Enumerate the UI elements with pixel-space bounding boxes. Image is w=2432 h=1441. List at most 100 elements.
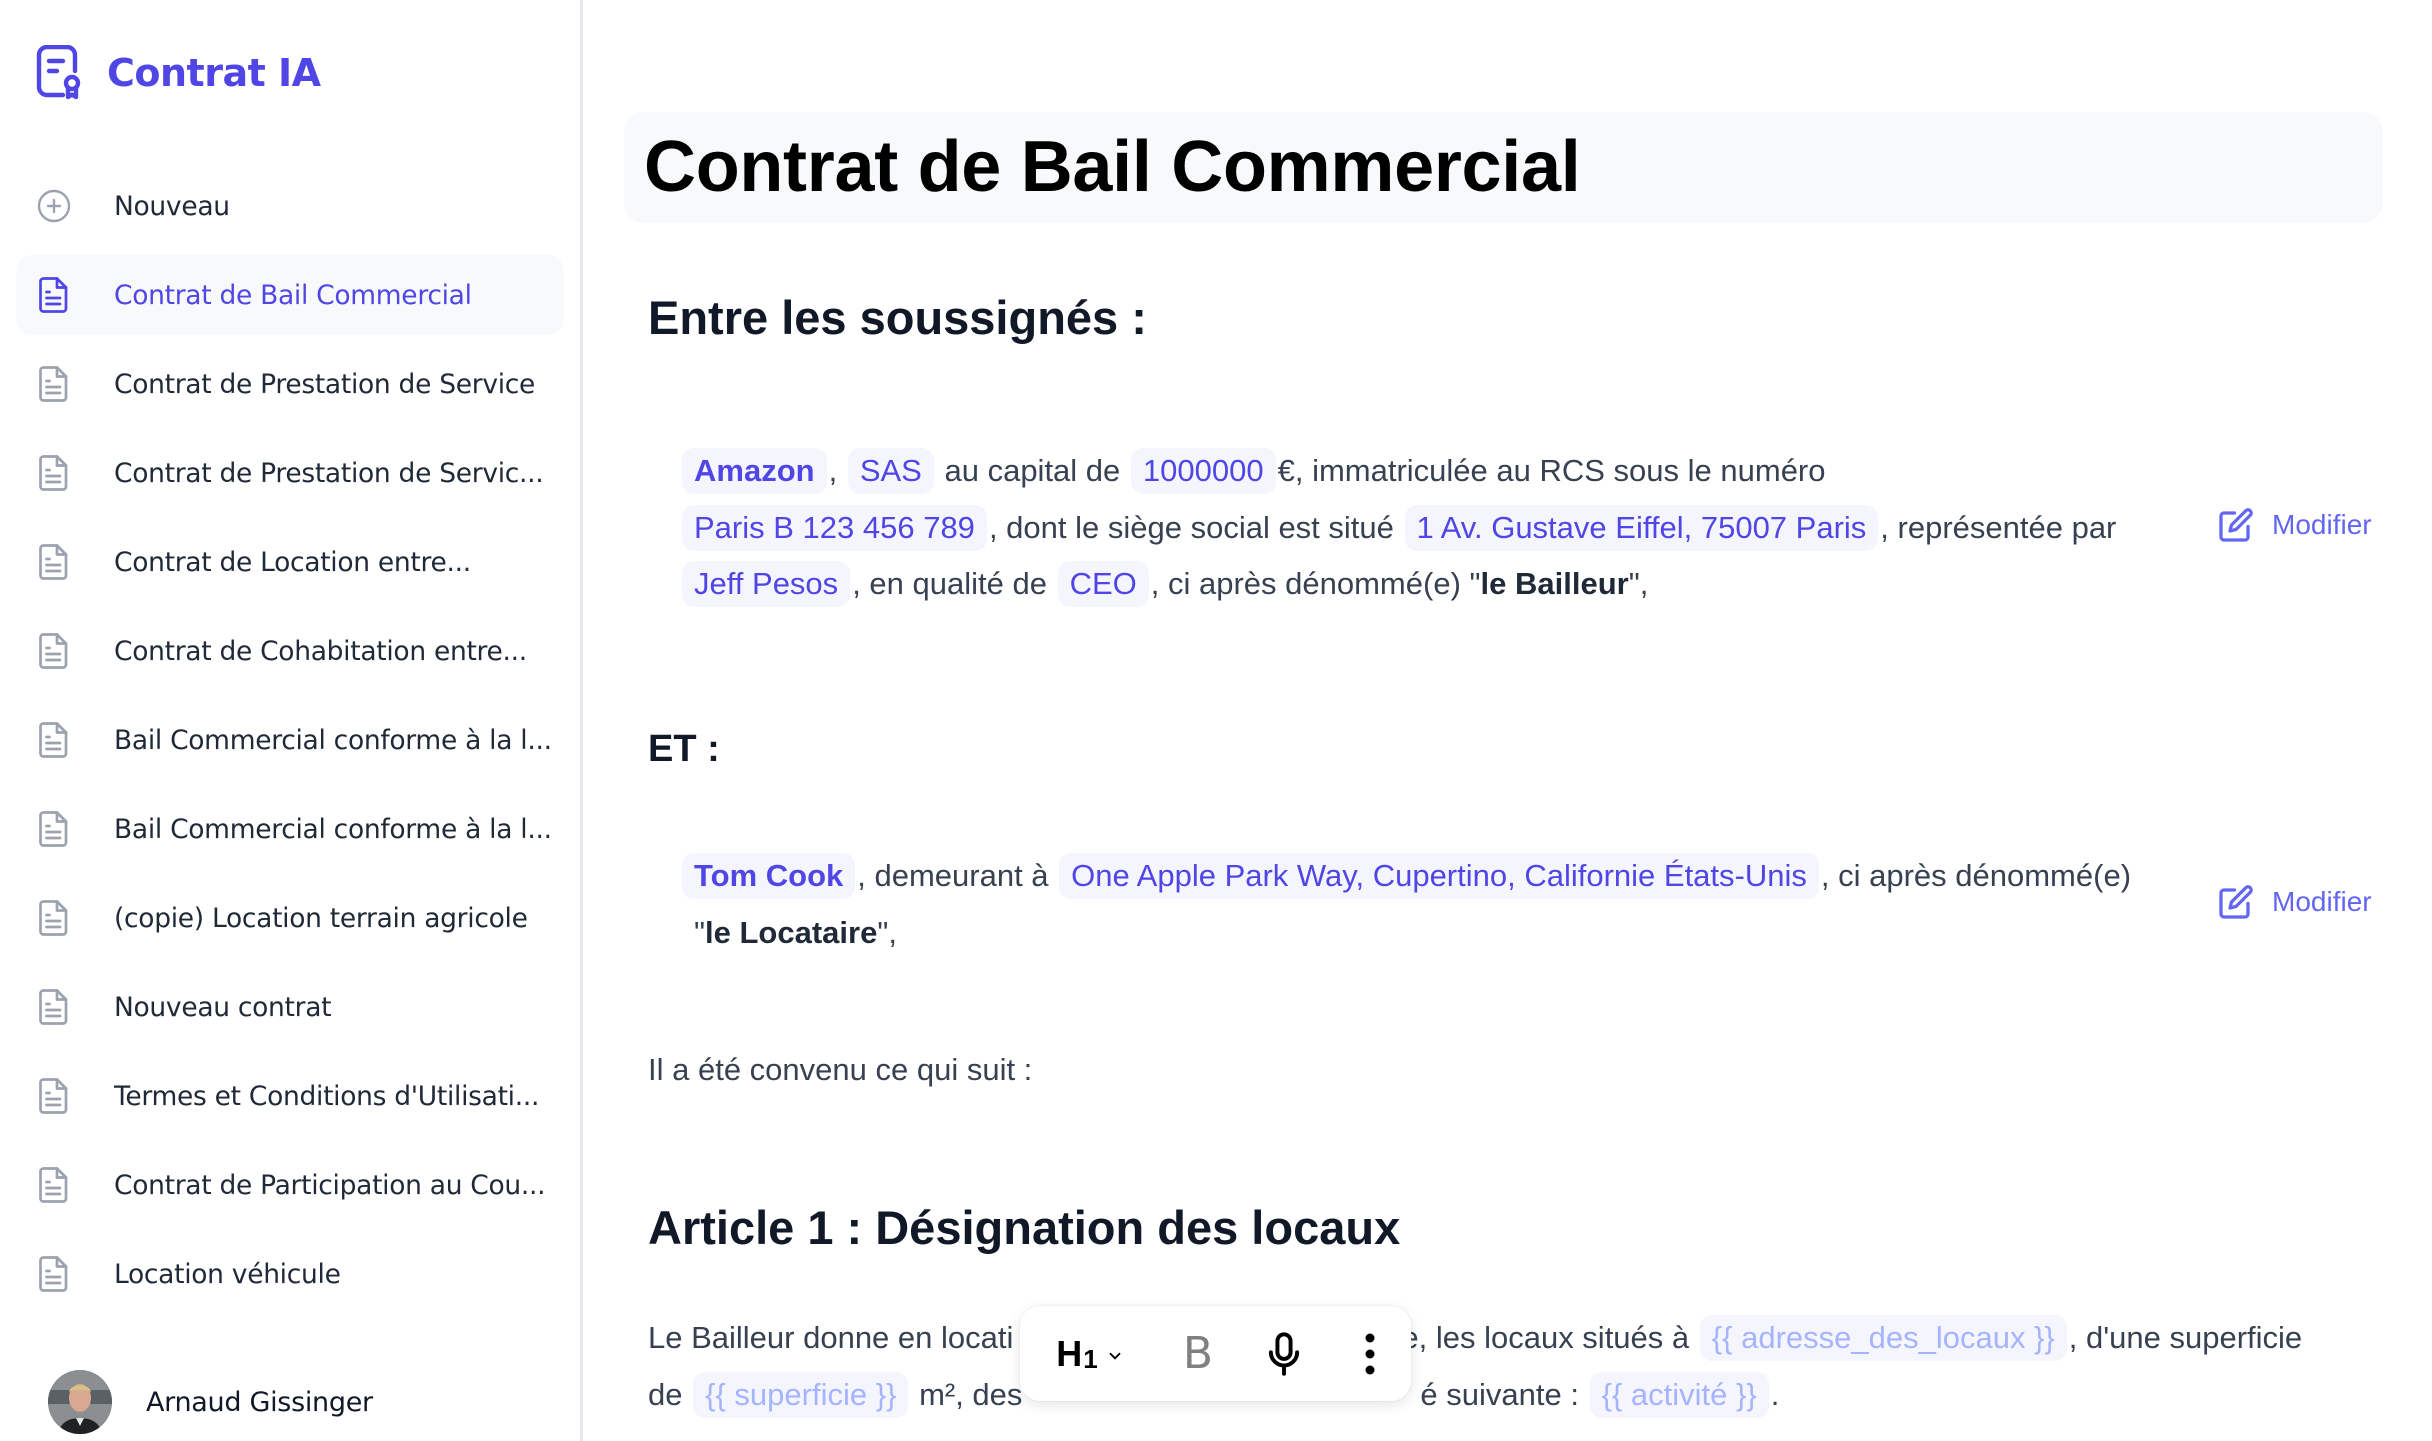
nav-label: Contrat de Cohabitation entre... bbox=[114, 635, 527, 667]
variable-company-name[interactable]: Amazon bbox=[682, 448, 827, 494]
text: m², des bbox=[919, 1376, 1023, 1412]
edit-icon bbox=[2219, 885, 2253, 919]
text: . bbox=[1770, 1376, 1780, 1412]
heading-level: 1 bbox=[1083, 1343, 1098, 1374]
microphone-button[interactable] bbox=[1256, 1331, 1312, 1377]
app-logo[interactable]: Contrat IA bbox=[35, 45, 321, 101]
text: , représentée par bbox=[1880, 509, 2117, 545]
nav-label: Contrat de Participation au Cou... bbox=[114, 1169, 546, 1201]
nav-label: Termes et Conditions d'Utilisati... bbox=[114, 1080, 540, 1112]
variable-tenant-address[interactable]: One Apple Park Way, Cupertino, Californi… bbox=[1059, 853, 1819, 899]
nav-label: Contrat de Prestation de Servic... bbox=[114, 457, 544, 489]
section-heading-parties[interactable]: Entre les soussignés : bbox=[648, 290, 1147, 345]
party-denomination: le Bailleur bbox=[1480, 566, 1629, 601]
bold-button[interactable]: B bbox=[1170, 1328, 1226, 1379]
sidebar-item-contract[interactable]: Bail Commercial conforme à la l... bbox=[16, 789, 564, 869]
nav-label: Nouveau bbox=[114, 190, 230, 222]
modify-label: Modifier bbox=[2272, 886, 2372, 917]
text: , ci après dénommé(e) " bbox=[1150, 566, 1481, 601]
sidebar-item-contract[interactable]: Contrat de Participation au Cou... bbox=[16, 1145, 564, 1225]
text: Le Bailleur donne en locati bbox=[648, 1320, 1014, 1355]
contract-list: Nouveau Contrat de Bail Commercial Contra… bbox=[16, 166, 564, 1323]
chevron-down-icon bbox=[1109, 1352, 1121, 1360]
microphone-icon bbox=[1268, 1331, 1300, 1376]
plus-circle-icon bbox=[36, 186, 72, 226]
sidebar-item-contract[interactable]: Contrat de Location entre... bbox=[16, 522, 564, 602]
document-icon bbox=[36, 453, 72, 493]
section-heading-et[interactable]: ET : bbox=[648, 728, 720, 771]
text: " bbox=[694, 914, 706, 950]
article-1-paragraph[interactable]: Le Bailleur donne en locati e, les locaux… bbox=[648, 1310, 2428, 1423]
document-editor[interactable]: Contrat de Bail Commercial Entre les sou… bbox=[586, 0, 2432, 1441]
nav-label: (copie) Location terrain agricole bbox=[114, 902, 528, 934]
document-icon bbox=[36, 364, 72, 404]
text: , bbox=[828, 453, 838, 488]
text: , en qualité de bbox=[852, 566, 1047, 601]
heading-dropdown-button[interactable]: H1 bbox=[1050, 1333, 1130, 1375]
nav-label: Bail Commercial conforme à la l... bbox=[114, 813, 552, 845]
sidebar-item-contract[interactable]: Contrat de Prestation de Service bbox=[16, 344, 564, 424]
sidebar-item-contract[interactable]: Contrat de Cohabitation entre... bbox=[16, 611, 564, 691]
document-icon bbox=[36, 809, 72, 849]
contract-certificate-icon bbox=[36, 45, 81, 100]
more-options-button[interactable] bbox=[1342, 1332, 1398, 1376]
text: , demeurant à bbox=[857, 858, 1049, 893]
modify-bailleur-button[interactable]: Modifier bbox=[2218, 507, 2372, 543]
user-profile[interactable]: Arnaud Gissinger bbox=[48, 1370, 373, 1434]
bailleur-clause[interactable]: Amazon, SAS au capital de 1000000 €, imma… bbox=[680, 443, 2200, 613]
user-name: Arnaud Gissinger bbox=[146, 1386, 373, 1418]
text: €, immatriculée au RCS sous le numéro bbox=[1277, 453, 1826, 488]
modify-label: Modifier bbox=[2272, 509, 2372, 540]
variable-rcs-number[interactable]: Paris B 123 456 789 bbox=[682, 504, 987, 551]
variable-representative[interactable]: Jeff Pesos bbox=[682, 561, 851, 607]
variable-tenant-name[interactable]: Tom Cook bbox=[682, 853, 856, 899]
text: , dont le siège social est situé bbox=[988, 509, 1394, 545]
placeholder-superficie[interactable]: {{ superficie }} bbox=[693, 1371, 909, 1418]
variable-head-office-address[interactable]: 1 Av. Gustave Eiffel, 75007 Paris bbox=[1404, 504, 1879, 551]
locataire-clause[interactable]: Tom Cook, demeurant à One Apple Park Way… bbox=[680, 848, 2200, 961]
variable-capital[interactable]: 1000000 bbox=[1130, 448, 1276, 494]
heading-icon: H1 bbox=[1056, 1333, 1097, 1375]
app-name: Contrat IA bbox=[107, 51, 321, 95]
sidebar-item-contract[interactable]: Location véhicule bbox=[16, 1234, 564, 1314]
nav-label: Bail Commercial conforme à la l... bbox=[114, 724, 552, 756]
new-contract-button[interactable]: Nouveau bbox=[16, 166, 564, 246]
sidebar-item-contract[interactable]: Contrat de Prestation de Servic... bbox=[16, 433, 564, 513]
sidebar-item-contract[interactable]: Contrat de Bail Commercial bbox=[16, 255, 564, 335]
document-icon bbox=[36, 631, 72, 671]
intro-paragraph[interactable]: Il a été convenu ce qui suit : bbox=[648, 1042, 1032, 1099]
placeholder-activite[interactable]: {{ activité }} bbox=[1589, 1371, 1769, 1418]
document-icon bbox=[36, 542, 72, 582]
sidebar-item-contract[interactable]: Termes et Conditions d'Utilisati... bbox=[16, 1056, 564, 1136]
document-title[interactable]: Contrat de Bail Commercial bbox=[644, 126, 1581, 208]
text: , ci après dénommé(e) bbox=[1820, 858, 2132, 893]
placeholder-adresse-des-locaux[interactable]: {{ adresse_des_locaux }} bbox=[1699, 1315, 2067, 1361]
sidebar-item-contract[interactable]: Nouveau contrat bbox=[16, 967, 564, 1047]
modify-locataire-button[interactable]: Modifier bbox=[2218, 884, 2372, 920]
text: au capital de bbox=[944, 453, 1121, 488]
sidebar-item-contract[interactable]: Bail Commercial conforme à la l... bbox=[16, 700, 564, 780]
bold-icon: B bbox=[1182, 1328, 1214, 1379]
nav-label: Contrat de Prestation de Service bbox=[114, 368, 536, 400]
text: ", bbox=[1628, 566, 1649, 601]
article-1-heading[interactable]: Article 1 : Désignation des locaux bbox=[648, 1200, 1400, 1255]
text: de bbox=[648, 1376, 683, 1412]
variable-legal-form[interactable]: SAS bbox=[847, 448, 934, 494]
nav-label: Location véhicule bbox=[114, 1258, 341, 1290]
document-icon bbox=[36, 1076, 72, 1116]
document-icon bbox=[36, 987, 72, 1027]
text: é suivante : bbox=[1420, 1376, 1579, 1412]
text: e, les locaux situés à bbox=[1401, 1320, 1690, 1355]
document-icon bbox=[36, 1254, 72, 1294]
document-icon bbox=[36, 275, 72, 315]
text: ", bbox=[877, 914, 897, 950]
sidebar-item-contract[interactable]: (copie) Location terrain agricole bbox=[16, 878, 564, 958]
variable-role[interactable]: CEO bbox=[1057, 561, 1149, 607]
document-icon bbox=[36, 1165, 72, 1205]
text: , d'une superficie bbox=[2068, 1320, 2303, 1355]
nav-label: Contrat de Location entre... bbox=[114, 546, 471, 578]
nav-label: Contrat de Bail Commercial bbox=[114, 279, 472, 311]
document-icon bbox=[36, 720, 72, 760]
heading-letter: H bbox=[1056, 1332, 1083, 1374]
more-vertical-icon bbox=[1365, 1333, 1375, 1374]
